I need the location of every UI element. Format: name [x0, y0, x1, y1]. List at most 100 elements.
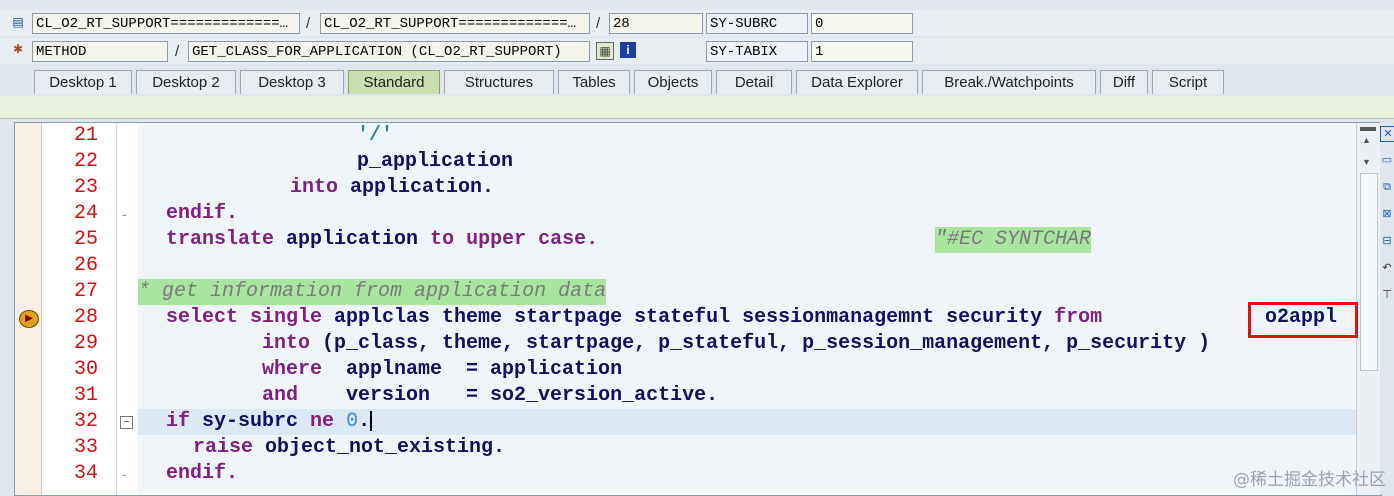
line-number: 26 — [73, 254, 98, 277]
undo-icon[interactable]: ↶ — [1380, 261, 1394, 275]
tab-data-explorer[interactable]: Data Explorer — [796, 70, 918, 94]
collapse-icon[interactable]: − — [120, 416, 133, 429]
code-text: version = so2_version_active. — [298, 384, 719, 407]
code-line: 26 — [15, 253, 1356, 279]
line-number: 34 — [73, 462, 98, 485]
breakpoint-icon[interactable]: ▶ — [19, 310, 39, 328]
line-number: 30 — [73, 358, 98, 381]
separator: / — [175, 43, 180, 60]
keyword: translate — [166, 228, 275, 251]
keyword: if — [166, 410, 191, 433]
keyword: endif. — [166, 462, 239, 485]
header-row-1: ▤ CL_O2_RT_SUPPORT=============… / CL_O2… — [0, 10, 1394, 36]
editor-side-toolbar: ✕ ▭ ⧉ ⊠ ⊟ ↶ ⊤ — [1380, 122, 1394, 494]
keyword: into — [290, 176, 339, 199]
line-field[interactable]: 28 — [609, 13, 703, 34]
line-number: 23 — [73, 176, 98, 199]
code-line: 30 where applname = application — [15, 357, 1356, 383]
fold-tick: - — [122, 206, 127, 222]
keyword: where — [262, 358, 323, 381]
code-text: p_application — [357, 150, 514, 173]
code-line: 31 and version = so2_version_active. — [15, 383, 1356, 409]
sysfield-value-1[interactable]: 0 — [811, 13, 913, 34]
line-number: 24 — [73, 202, 98, 225]
code-line: 21 '/' — [15, 123, 1356, 149]
pragma-comment: "#EC SYNTCHAR — [935, 227, 1092, 253]
tab-detail[interactable]: Detail — [716, 70, 792, 94]
keyword: ne — [310, 410, 335, 433]
line-number: 22 — [73, 150, 98, 173]
code-text: applclas theme startpage stateful sessio… — [322, 306, 1055, 329]
close-icon[interactable]: ✕ — [1380, 126, 1394, 142]
line-number: 31 — [73, 384, 98, 407]
line-number: 32 — [73, 410, 98, 433]
sysfield-value-2[interactable]: 1 — [811, 41, 913, 62]
source-code-editor[interactable]: 21 '/' 22 p_application 23 into applicat… — [14, 122, 1382, 496]
line-number: 29 — [73, 332, 98, 355]
code-line: 34 - endif. — [15, 461, 1356, 487]
code-text: object_not_existing. — [253, 436, 506, 459]
split-view-icon[interactable]: ⊠ — [1380, 207, 1394, 221]
code-text: applname = application — [322, 358, 623, 381]
program-field[interactable]: CL_O2_RT_SUPPORT=============… — [32, 13, 300, 34]
keyword: and — [262, 384, 299, 407]
code-line: 25 translate application to upper case. … — [15, 227, 1356, 253]
line-number: 25 — [73, 228, 98, 251]
code-line: 27 * get information from application da… — [15, 279, 1356, 305]
code-line: 22 p_application — [15, 149, 1356, 175]
tab-content-header — [0, 96, 1394, 119]
program-icon: ▤ — [12, 15, 24, 29]
sysfield-name-1[interactable]: SY-SUBRC — [706, 13, 808, 34]
layout-icon[interactable]: ⊟ — [1380, 234, 1394, 248]
code-text: application. — [338, 176, 495, 199]
tab-strip: Desktop 1 Desktop 2 Desktop 3 Standard S… — [0, 70, 1394, 96]
vertical-scrollbar[interactable]: ▲ ▼ — [1356, 123, 1381, 495]
number-literal: 0 — [346, 410, 359, 433]
keyword: to upper case. — [430, 228, 599, 251]
scroll-thumb[interactable] — [1360, 173, 1378, 371]
scroll-down-icon[interactable]: ▼ — [1362, 157, 1371, 167]
event-name-field[interactable]: GET_CLASS_FOR_APPLICATION (CL_O2_RT_SUPP… — [188, 41, 590, 62]
copy-icon[interactable]: ⧉ — [1380, 180, 1394, 194]
separator: / — [596, 15, 601, 32]
tab-structures[interactable]: Structures — [444, 70, 554, 94]
new-window-icon[interactable]: ▭ — [1380, 153, 1394, 167]
header-row-2: ✱ METHOD / GET_CLASS_FOR_APPLICATION (CL… — [0, 38, 1394, 64]
display-source-icon[interactable]: ▦ — [596, 42, 614, 60]
tab-objects[interactable]: Objects — [634, 70, 712, 94]
method-icon: ✱ — [12, 42, 24, 56]
code-text: application — [274, 228, 431, 251]
code-text: sy-subrc — [190, 410, 311, 433]
code-line: 29 into (p_class, theme, startpage, p_st… — [15, 331, 1356, 357]
line-number: 21 — [73, 124, 98, 147]
code-line: 32 − if sy-subrc ne 0. — [15, 409, 1356, 435]
tree-icon[interactable]: ⊤ — [1380, 288, 1394, 302]
event-type-field[interactable]: METHOD — [32, 41, 168, 62]
code-line: 33 raise object_not_existing. — [15, 435, 1356, 461]
scroll-up-icon[interactable]: ▲ — [1362, 135, 1371, 145]
tab-diff[interactable]: Diff — [1100, 70, 1148, 94]
scroll-top-icon[interactable] — [1360, 127, 1376, 131]
tab-breakpoints[interactable]: Break./Watchpoints — [922, 70, 1096, 94]
keyword: endif. — [166, 202, 239, 225]
code-line-current: ▶ 28 select single applclas theme startp… — [15, 305, 1356, 331]
sysfield-name-2[interactable]: SY-TABIX — [706, 41, 808, 62]
keyword: raise — [193, 436, 254, 459]
comment: * get information from application data — [138, 279, 607, 305]
tab-desktop-3[interactable]: Desktop 3 — [240, 70, 344, 94]
line-number: 27 — [73, 280, 98, 303]
line-number: 28 — [73, 306, 98, 329]
info-icon[interactable]: i — [620, 42, 636, 58]
keyword: from — [1054, 306, 1103, 329]
keyword: into — [262, 332, 311, 355]
string-literal: '/' — [357, 124, 394, 147]
fold-tick: - — [122, 466, 127, 482]
text-cursor — [370, 410, 373, 431]
tab-desktop-2[interactable]: Desktop 2 — [136, 70, 236, 94]
include-field[interactable]: CL_O2_RT_SUPPORT=============… — [320, 13, 590, 34]
tab-standard[interactable]: Standard — [348, 70, 440, 94]
code-text: . — [358, 410, 371, 433]
tab-script[interactable]: Script — [1152, 70, 1224, 94]
tab-desktop-1[interactable]: Desktop 1 — [34, 70, 132, 94]
tab-tables[interactable]: Tables — [558, 70, 630, 94]
